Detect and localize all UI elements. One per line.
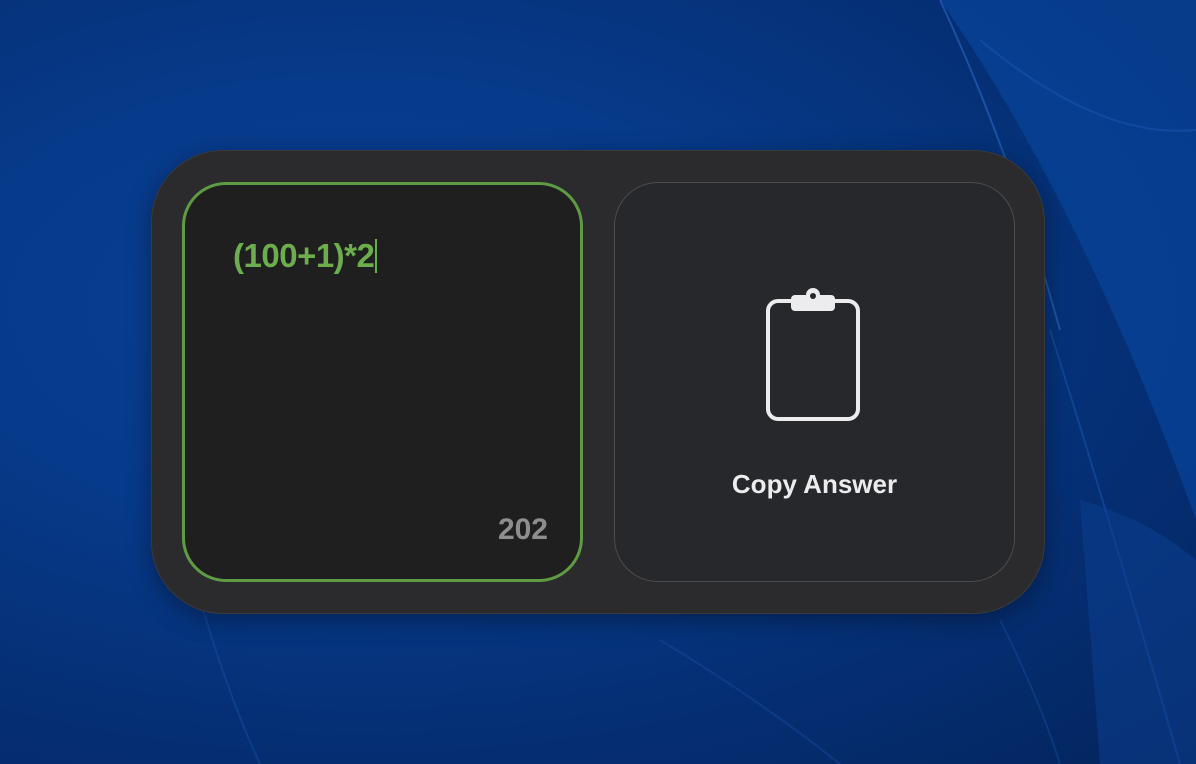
copy-answer-label: Copy Answer (731, 469, 898, 499)
calculator-widget: (100+1)*2 202 Copy Answer (151, 150, 1045, 614)
expression-input[interactable]: (100+1)*2 (233, 237, 378, 275)
clipboard-icon (766, 288, 860, 421)
answer-value: 202 (497, 513, 548, 546)
copy-answer-button[interactable]: Copy Answer (614, 182, 1015, 582)
text-caret (375, 239, 378, 273)
expression-field[interactable]: (100+1)*2 202 (182, 182, 583, 582)
expression-text: (100+1)*2 (233, 237, 375, 274)
